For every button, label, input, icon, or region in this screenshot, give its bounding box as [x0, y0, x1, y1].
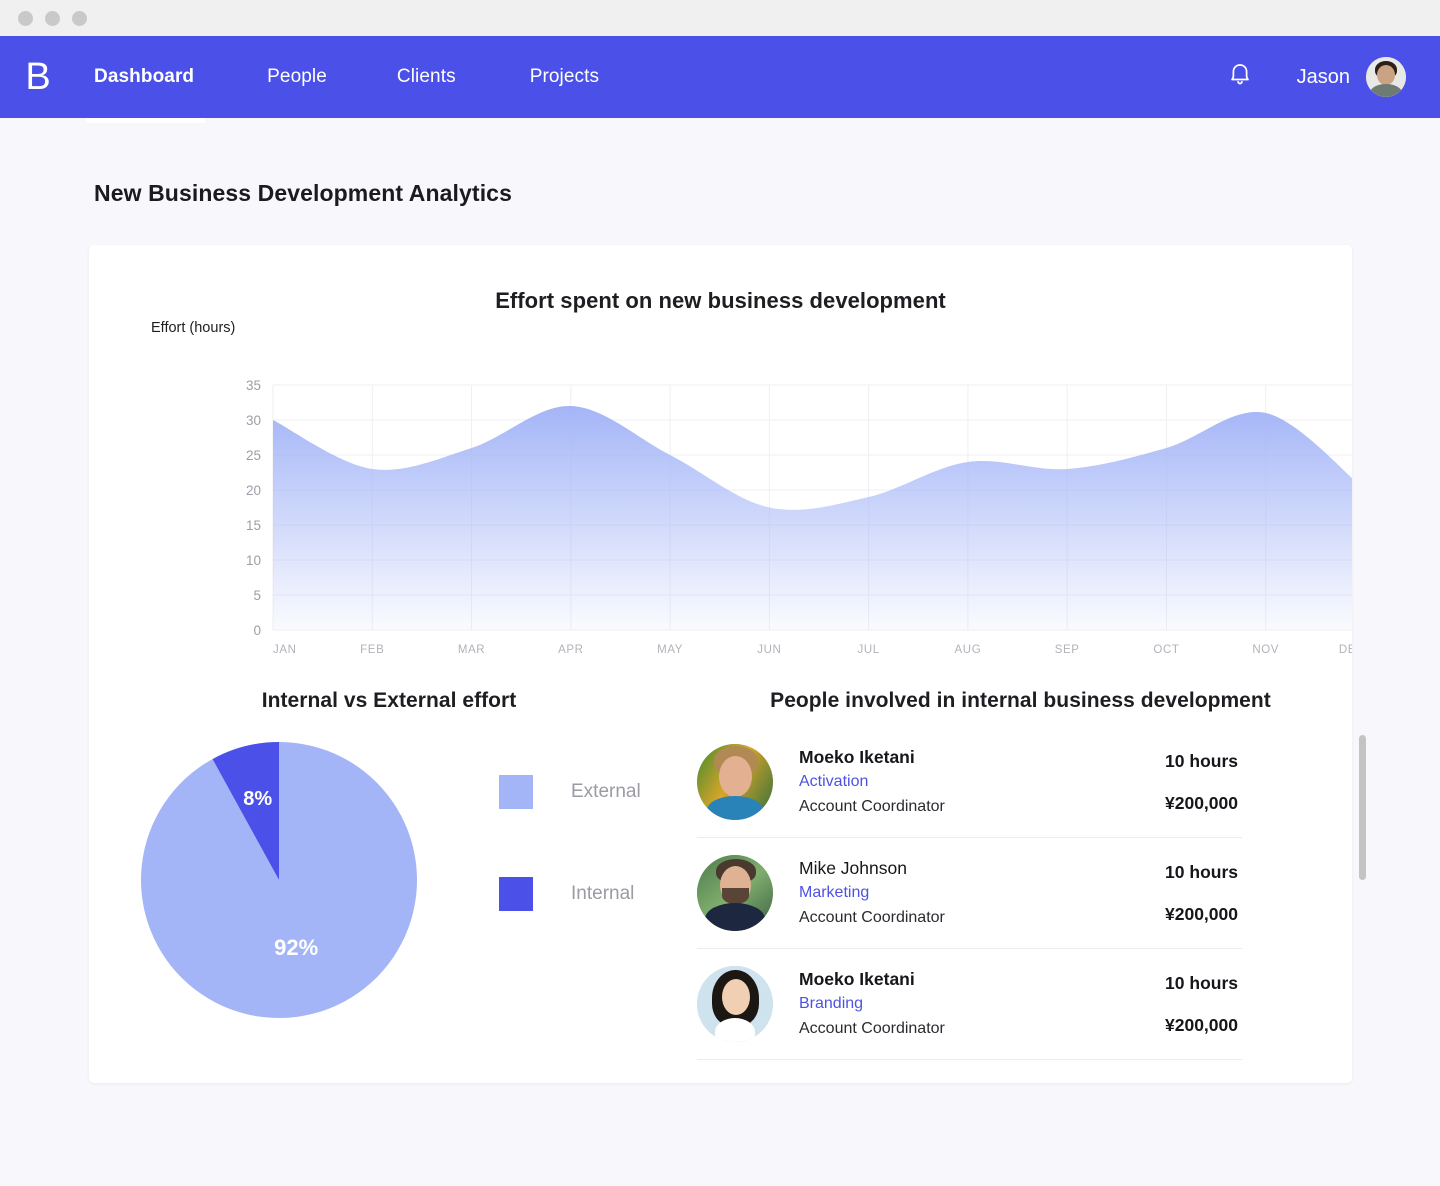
- svg-text:JAN: JAN: [273, 644, 297, 656]
- person-name: Moeko Iketani: [799, 968, 915, 989]
- legend-swatch-external: [499, 775, 533, 809]
- person-department[interactable]: Branding: [799, 992, 1113, 1017]
- person-department[interactable]: Activation: [799, 770, 1113, 795]
- person-stats: 10 hours ¥200,000: [1113, 859, 1238, 928]
- people-panel-title: People involved in internal business dev…: [770, 689, 1271, 712]
- svg-text:5: 5: [253, 588, 261, 603]
- pie-label-external: 92%: [274, 935, 318, 960]
- nav-right-group: Jason: [1227, 57, 1440, 97]
- svg-text:DEC: DEC: [1339, 644, 1352, 656]
- legend-item-internal[interactable]: Internal: [499, 877, 641, 911]
- person-name: Moeko Iketani: [799, 746, 915, 767]
- person-name: Mike Johnson: [799, 857, 907, 878]
- pie-chart-panel: Internal vs External effort 92% 8% Extern…: [89, 665, 689, 1083]
- svg-text:APR: APR: [558, 644, 583, 656]
- svg-text:MAR: MAR: [458, 644, 485, 656]
- person-row[interactable]: Mike Johnson Marketing Account Coordinator…: [697, 838, 1242, 949]
- person-role: Account Coordinator: [799, 797, 945, 815]
- people-list[interactable]: Moeko Iketani Activation Account Coordinat…: [697, 727, 1242, 1077]
- person-stats: 10 hours ¥200,000: [1113, 748, 1238, 817]
- svg-text:OCT: OCT: [1153, 644, 1179, 656]
- person-hours: 10 hours: [1165, 972, 1238, 993]
- brand-logo[interactable]: B: [4, 58, 72, 96]
- nav-items: Dashboard People Clients Projects: [72, 36, 599, 118]
- person-role: Account Coordinator: [799, 908, 945, 926]
- chart-y-tick-labels: 0 5 10 15 20 25 30 35: [246, 378, 261, 638]
- svg-text:20: 20: [246, 483, 261, 498]
- person-stats: 10 hours ¥200,000: [1113, 970, 1238, 1039]
- svg-text:30: 30: [246, 413, 261, 428]
- chart-area-path: [273, 405, 1352, 630]
- avatar-mike-johnson: [697, 855, 773, 931]
- person-row[interactable]: Moeko Iketani Branding Account Coordinator…: [697, 949, 1242, 1060]
- person-hours: 10 hours: [1165, 750, 1238, 771]
- person-amount: ¥200,000: [1165, 1015, 1238, 1035]
- avatar-moeko-iketani: [697, 744, 773, 820]
- legend-label-external: External: [571, 781, 641, 802]
- people-panel: People involved in internal business dev…: [689, 665, 1366, 1083]
- nav-item-clients[interactable]: Clients: [397, 36, 456, 118]
- avatar[interactable]: [1366, 57, 1406, 97]
- svg-text:25: 25: [246, 448, 261, 463]
- person-info: Mike Johnson Marketing Account Coordinator: [799, 856, 1113, 931]
- chart-x-tick-labels: JAN FEB MAR APR MAY JUN JUL AUG SEP OCT NOV DEC: [273, 644, 1352, 656]
- person-info: Moeko Iketani Activation Account Coordinat…: [799, 745, 1113, 820]
- svg-text:JUN: JUN: [757, 644, 781, 656]
- area-chart-svg: 0 5 10 15 20 25 30 35 JAN FEB MAR APR MAY JUN JUL AUG S…: [246, 378, 1352, 656]
- avatar-moeko-iketani-2: [697, 966, 773, 1042]
- window-maximize-button[interactable]: [72, 10, 87, 26]
- bell-icon[interactable]: [1227, 60, 1253, 95]
- svg-text:SEP: SEP: [1055, 644, 1080, 656]
- y-axis-label: Effort (hours): [151, 320, 236, 336]
- pie-legend: External Internal: [499, 775, 641, 911]
- svg-text:MAY: MAY: [657, 644, 683, 656]
- person-amount: ¥200,000: [1165, 904, 1238, 924]
- svg-text:35: 35: [246, 378, 261, 393]
- lower-section: Internal vs External effort 92% 8% Extern…: [89, 665, 1366, 1083]
- svg-text:JUL: JUL: [858, 644, 880, 656]
- person-hours: 10 hours: [1165, 861, 1238, 882]
- window-close-button[interactable]: [18, 10, 33, 26]
- window-chrome: [0, 0, 1440, 36]
- person-role: Account Coordinator: [799, 1019, 945, 1037]
- people-list-scrollbar[interactable]: [1359, 735, 1366, 880]
- legend-label-internal: Internal: [571, 883, 635, 904]
- legend-swatch-internal: [499, 877, 533, 911]
- nav-item-people[interactable]: People: [267, 36, 327, 118]
- legend-item-external[interactable]: External: [499, 775, 641, 809]
- nav-item-dashboard[interactable]: Dashboard: [94, 36, 194, 118]
- area-chart: 0 5 10 15 20 25 30 35 JAN FEB MAR APR MAY JUN JUL AUG S…: [89, 348, 1352, 663]
- svg-text:10: 10: [246, 553, 261, 568]
- svg-text:FEB: FEB: [360, 644, 384, 656]
- nav-item-projects[interactable]: Projects: [530, 36, 599, 118]
- page-body: New Business Development Analytics Effor…: [0, 118, 1440, 1186]
- person-info: Moeko Iketani Branding Account Coordinator: [799, 967, 1113, 1042]
- top-navigation-bar: B Dashboard People Clients Projects Jaso…: [0, 36, 1440, 123]
- area-chart-title: Effort spent on new business development: [495, 288, 946, 313]
- analytics-card: Effort spent on new business development…: [89, 245, 1366, 1083]
- person-amount: ¥200,000: [1165, 793, 1238, 813]
- svg-text:15: 15: [246, 518, 261, 533]
- page-title: New Business Development Analytics: [94, 180, 512, 206]
- svg-text:NOV: NOV: [1252, 644, 1279, 656]
- person-department[interactable]: Marketing: [799, 881, 1113, 906]
- pie-label-internal: 8%: [243, 788, 272, 810]
- pie-chart-title: Internal vs External effort: [261, 689, 517, 712]
- user-name-label[interactable]: Jason: [1297, 66, 1350, 89]
- active-tab-indicator: [86, 118, 205, 123]
- svg-text:AUG: AUG: [955, 644, 982, 656]
- window-minimize-button[interactable]: [45, 10, 60, 26]
- person-row[interactable]: Moeko Iketani Activation Account Coordinat…: [697, 727, 1242, 838]
- pie-slices: [141, 742, 418, 1018]
- svg-text:0: 0: [253, 623, 261, 638]
